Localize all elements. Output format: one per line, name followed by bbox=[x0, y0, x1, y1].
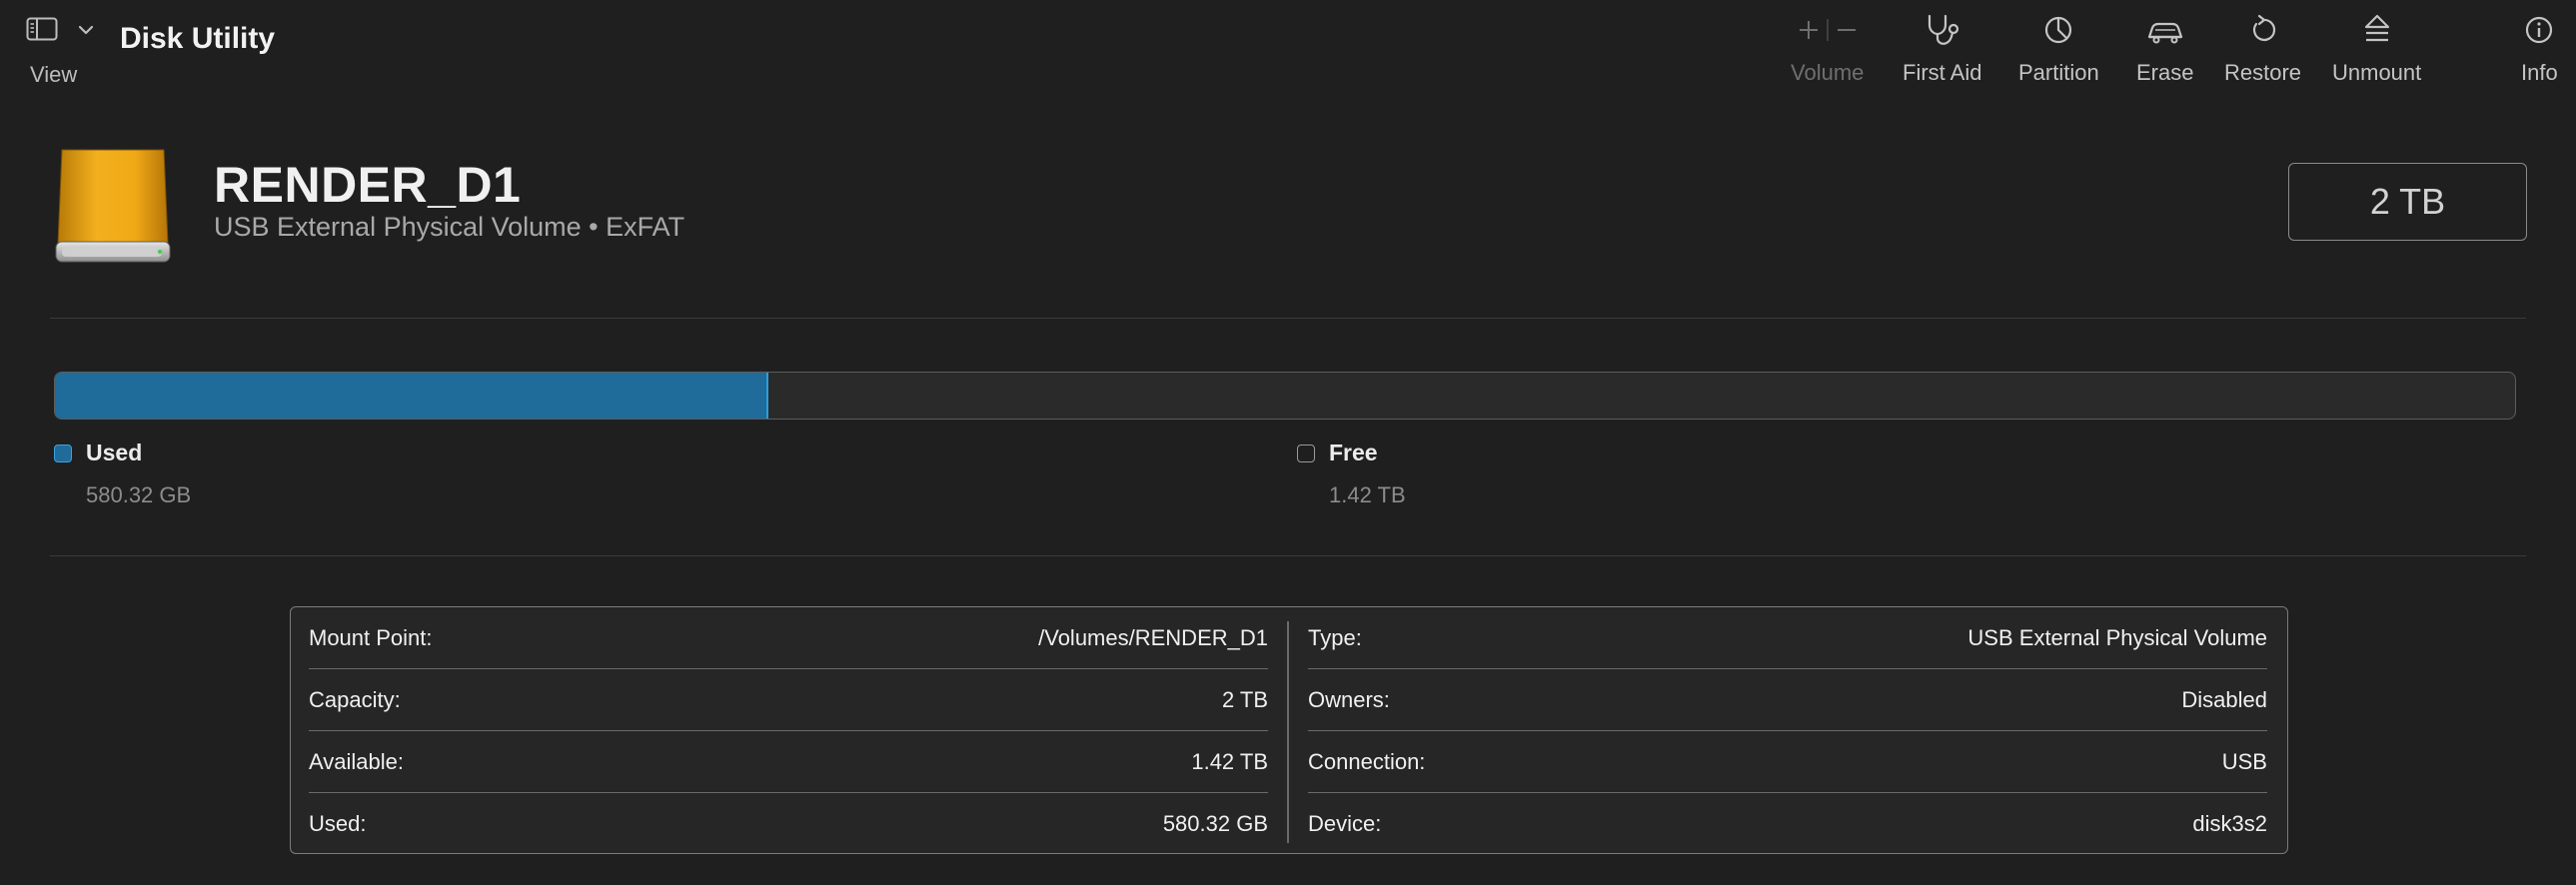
legend-free-label: Free bbox=[1329, 440, 1378, 465]
free-swatch bbox=[1297, 443, 1315, 462]
eject-icon bbox=[2362, 12, 2392, 48]
restore-button[interactable]: Restore bbox=[2224, 12, 2301, 86]
legend-used-amount: 580.32 GB bbox=[86, 482, 192, 507]
partition-button-label: Partition bbox=[2018, 60, 2099, 85]
info-value: disk3s2 bbox=[2192, 811, 2267, 836]
chevron-down-icon bbox=[78, 22, 94, 40]
info-value: USB External Physical Volume bbox=[1967, 624, 2267, 650]
info-row-owners: Owners: Disabled bbox=[1308, 669, 2267, 731]
pie-chart-icon bbox=[2042, 12, 2074, 48]
usage-bar-used-segment bbox=[55, 373, 768, 419]
volume-button[interactable]: Volume bbox=[1791, 12, 1864, 86]
info-value: USB bbox=[2221, 748, 2267, 774]
first-aid-button[interactable]: First Aid bbox=[1903, 12, 1981, 86]
sidebar-icon bbox=[26, 17, 58, 46]
restore-button-label: Restore bbox=[2224, 60, 2302, 85]
info-column-left: Mount Point: /Volumes/RENDER_D1 Capacity… bbox=[309, 607, 1268, 855]
view-menu-button[interactable]: View bbox=[26, 16, 106, 87]
header-divider bbox=[50, 318, 2526, 319]
info-value: 1.42 TB bbox=[1191, 748, 1268, 774]
first-aid-button-label: First Aid bbox=[1903, 60, 1982, 85]
info-column-divider bbox=[1287, 621, 1289, 843]
erase-button[interactable]: Erase bbox=[2136, 12, 2193, 86]
eraser-car-icon bbox=[2145, 12, 2185, 48]
info-key: Used: bbox=[309, 811, 367, 836]
legend-used: Used 580.32 GB bbox=[54, 440, 191, 508]
info-row-available: Available: 1.42 TB bbox=[309, 731, 1268, 793]
info-value: Disabled bbox=[2181, 686, 2267, 712]
volume-button-label: Volume bbox=[1791, 60, 1865, 85]
partition-button[interactable]: Partition bbox=[2018, 12, 2099, 86]
unmount-button[interactable]: Unmount bbox=[2332, 12, 2421, 86]
info-key: Connection: bbox=[1308, 748, 1426, 774]
info-button[interactable]: Info bbox=[2521, 12, 2558, 86]
usage-bar bbox=[54, 372, 2516, 420]
legend-used-label: Used bbox=[86, 440, 143, 465]
external-drive-icon bbox=[54, 146, 172, 266]
plus-minus-icon bbox=[1793, 12, 1863, 48]
info-key: Owners: bbox=[1308, 686, 1390, 712]
volume-description: USB External Physical Volume • ExFAT bbox=[214, 212, 685, 242]
erase-button-label: Erase bbox=[2136, 60, 2194, 85]
capacity-badge: 2 TB bbox=[2288, 163, 2527, 241]
info-column-right: Type: USB External Physical Volume Owner… bbox=[1308, 607, 2267, 855]
info-row-capacity: Capacity: 2 TB bbox=[309, 669, 1268, 731]
legend-free: Free 1.42 TB bbox=[1297, 440, 1406, 508]
info-key: Type: bbox=[1308, 624, 1362, 650]
info-key: Device: bbox=[1308, 811, 1382, 836]
disk-utility-window: View Disk Utility Volume First Aid Parti… bbox=[0, 0, 2576, 885]
info-row-device: Device: disk3s2 bbox=[1308, 793, 2267, 855]
info-row-used: Used: 580.32 GB bbox=[309, 793, 1268, 855]
info-button-label: Info bbox=[2521, 60, 2558, 85]
restore-arrow-icon bbox=[2248, 12, 2278, 48]
info-circle-icon bbox=[2523, 12, 2555, 48]
usage-divider bbox=[50, 555, 2526, 556]
legend-free-amount: 1.42 TB bbox=[1329, 482, 1406, 507]
view-label: View bbox=[30, 62, 78, 87]
stethoscope-icon bbox=[1923, 12, 1962, 48]
info-key: Capacity: bbox=[309, 686, 401, 712]
info-row-connection: Connection: USB bbox=[1308, 731, 2267, 793]
unmount-button-label: Unmount bbox=[2332, 60, 2422, 85]
info-value: 580.32 GB bbox=[1162, 811, 1268, 836]
app-title: Disk Utility bbox=[120, 22, 276, 55]
toolbar: View Disk Utility Volume First Aid Parti… bbox=[0, 0, 2576, 100]
used-swatch bbox=[54, 443, 72, 462]
info-value: /Volumes/RENDER_D1 bbox=[1038, 624, 1268, 650]
info-row-type: Type: USB External Physical Volume bbox=[1308, 607, 2267, 669]
volume-name: RENDER_D1 bbox=[214, 157, 522, 213]
volume-info-table: Mount Point: /Volumes/RENDER_D1 Capacity… bbox=[290, 606, 2288, 854]
info-value: 2 TB bbox=[1221, 686, 1268, 712]
info-key: Available: bbox=[309, 748, 404, 774]
info-row-mount-point: Mount Point: /Volumes/RENDER_D1 bbox=[309, 607, 1268, 669]
info-key: Mount Point: bbox=[309, 624, 433, 650]
